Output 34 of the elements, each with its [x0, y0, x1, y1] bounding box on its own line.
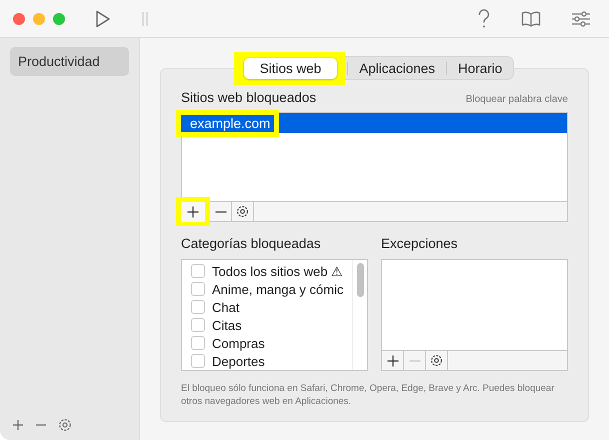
- play-icon[interactable]: [95, 10, 111, 28]
- category-label: Anime, manga y cómic: [212, 282, 344, 296]
- gear-icon: [430, 354, 443, 367]
- checkbox[interactable]: [191, 318, 205, 332]
- checkbox[interactable]: [191, 264, 205, 278]
- book-icon[interactable]: [521, 10, 541, 26]
- add-icon[interactable]: [12, 419, 24, 431]
- checkbox[interactable]: [191, 336, 205, 350]
- footnote: El bloqueo sólo funciona en Safari, Chrome, Opera, Edge, Brave y Arc. Puedes bloquear otros navegadores web en Aplicaciones.: [181, 383, 556, 409]
- category-label: Deportes: [212, 354, 265, 368]
- tab[interactable]: Sitios web: [244, 58, 338, 78]
- category-label: Compras: [212, 336, 265, 350]
- section-title: Sitios web bloqueados: [181, 90, 316, 105]
- checkbox[interactable]: [191, 300, 205, 314]
- section-title: Categorías bloqueadas: [181, 236, 322, 251]
- tab[interactable]: Aplicaciones: [348, 58, 446, 78]
- help-icon[interactable]: [477, 8, 491, 28]
- add-button[interactable]: [181, 202, 205, 222]
- gear-icon: [236, 205, 249, 218]
- scrollbar-thumb[interactable]: [356, 263, 364, 297]
- gear-icon[interactable]: [58, 418, 72, 432]
- checkbox[interactable]: [191, 354, 205, 368]
- section-title: Excepciones: [381, 236, 459, 251]
- category-label: Todos los sitios web ⚠: [212, 264, 344, 278]
- plus-icon: [187, 206, 199, 218]
- sliders-icon[interactable]: [571, 10, 591, 26]
- category-label: Citas: [212, 318, 242, 332]
- keyword-link[interactable]: Bloquear palabra clave: [466, 94, 568, 105]
- sidebar-item[interactable]: Productividad: [10, 47, 129, 76]
- category-label: Chat: [212, 300, 240, 314]
- tab[interactable]: Horario: [447, 58, 514, 78]
- close-button[interactable]: [13, 12, 25, 24]
- checkbox[interactable]: [191, 282, 205, 296]
- plus-icon: [386, 354, 398, 366]
